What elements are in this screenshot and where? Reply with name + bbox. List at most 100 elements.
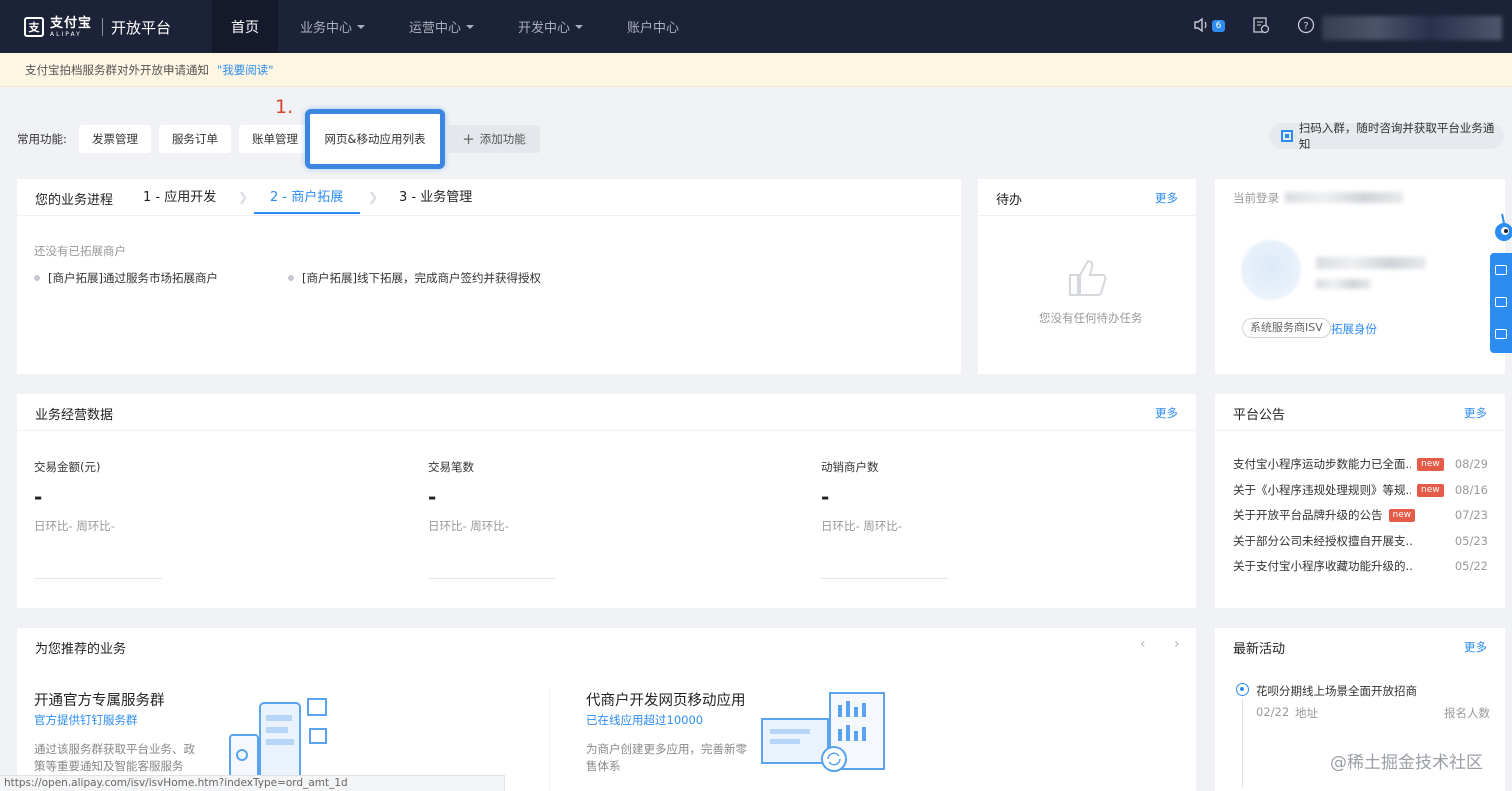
announcement-date: 08/29: [1454, 457, 1488, 471]
feedback-icon[interactable]: [1495, 265, 1507, 275]
side-float-toolbar[interactable]: [1490, 253, 1512, 353]
logo-cn: 支付宝: [50, 15, 93, 31]
nav-label: 账户中心: [627, 21, 680, 36]
shortcut-app-list-button[interactable]: 网页&移动应用列表: [305, 109, 445, 169]
robot-mascot-icon[interactable]: [1488, 210, 1512, 250]
rec-item-desc: 为商户创建更多应用，完善新零售体系: [586, 742, 747, 773]
qr-join-group-chip[interactable]: 扫码入群，随时咨询并获取平台业务通知: [1269, 121, 1504, 151]
metric-value: -: [34, 485, 43, 509]
rec-item-subtitle: 官方提供钉钉服务群: [34, 713, 138, 727]
tab-merchant-expand[interactable]: 2 - 商户拓展: [270, 186, 343, 205]
edit-icon[interactable]: [1495, 329, 1507, 339]
nav-operations-center[interactable]: 运营中心: [409, 0, 475, 53]
login-label: 当前登录: [1233, 191, 1279, 205]
announcement-more-link[interactable]: 更多: [1464, 405, 1487, 421]
progress-title: 您的业务进程: [35, 193, 114, 208]
metric-sparkline: [428, 578, 556, 579]
card-header: 平台公告 更多: [1215, 394, 1505, 431]
divider: [549, 690, 550, 790]
new-badge: new: [1417, 457, 1444, 471]
bullet-text: [商户拓展]线下拓展，完成商户签约并获得授权: [302, 271, 541, 285]
alipay-logo[interactable]: 支 支付宝 ALIPAY 开放平台: [24, 14, 171, 40]
shortcut-invoice-button[interactable]: 发票管理: [79, 125, 151, 153]
account-name-blurred: [1316, 257, 1426, 269]
metric-compare: 日环比- 周环比-: [821, 519, 902, 533]
activity-date: 02/22: [1256, 705, 1290, 719]
watermark: @稀土掘金技术社区: [1330, 753, 1483, 773]
progress-bullet[interactable]: [商户拓展]通过服务市场拓展商户: [34, 270, 218, 286]
carousel-arrows[interactable]: ‹ ›: [1140, 636, 1192, 652]
activity-item-title[interactable]: 花呗分期线上场景全面开放招商: [1256, 683, 1417, 699]
card-header: 业务经营数据 更多: [17, 394, 1196, 431]
help-icon[interactable]: ?: [1297, 16, 1315, 39]
announcement-item[interactable]: 支付宝小程序运动步数能力已全面... new 08/29: [1233, 456, 1488, 472]
shortcut-bill-button[interactable]: 账单管理: [239, 125, 311, 153]
rec-item-desc: 通过该服务群获取平台业务、政策等重要通知及智能客服服务: [34, 742, 195, 773]
notification-badge: 6: [1212, 20, 1225, 32]
nav-dev-center[interactable]: 开发中心: [518, 0, 584, 53]
user-info-blurred[interactable]: [1322, 16, 1502, 40]
announcement-item[interactable]: 关于《小程序违规处理规则》等规... new 08/16: [1233, 482, 1488, 498]
metric-label: 动销商户数: [821, 460, 879, 474]
todo-more-link[interactable]: 更多: [1155, 190, 1178, 206]
status-url-bar: https://open.alipay.com/isv/isvHome.htm?…: [0, 775, 505, 791]
announcement-card: 平台公告 更多: [1215, 394, 1505, 608]
chevron-down-icon: [575, 24, 584, 29]
step-marker: 1.: [275, 96, 294, 118]
qr-chip-text: 扫码入群，随时咨询并获取平台业务通知: [1298, 121, 1495, 151]
announcement-date: 08/16: [1454, 483, 1488, 497]
announcement-item[interactable]: 关于支付宝小程序收藏功能升级的... 05/22: [1233, 558, 1488, 574]
announcement-date: 05/22: [1454, 559, 1488, 573]
chevron-right-icon: ❯: [238, 190, 249, 204]
card-header: 为您推荐的业务: [17, 628, 1196, 665]
new-badge: new: [1417, 483, 1444, 497]
add-shortcut-button[interactable]: + 添加功能: [448, 125, 540, 153]
rec-item-title[interactable]: 代商户开发网页移动应用: [586, 689, 746, 710]
biz-data-more-link[interactable]: 更多: [1155, 405, 1178, 421]
metric-sparkline: [34, 578, 162, 579]
activity-more-link[interactable]: 更多: [1464, 639, 1487, 655]
new-badge: new: [1388, 508, 1416, 522]
speaker-icon[interactable]: [1193, 16, 1211, 39]
announcement-item[interactable]: 关于部分公司未经授权擅自开展支... 05/23: [1233, 533, 1488, 549]
bullet-text: [商户拓展]通过服务市场拓展商户: [48, 271, 218, 285]
activity-signup-count: 报名人数: [1444, 706, 1490, 720]
logo-divider: [102, 18, 104, 36]
question-icon[interactable]: [1495, 297, 1507, 307]
announcement-text: 支付宝小程序运动步数能力已全面...: [1233, 457, 1411, 471]
announcement-item[interactable]: 关于开放平台品牌升级的公告 new 07/23: [1233, 507, 1488, 523]
nav-account-center[interactable]: 账户中心: [627, 0, 679, 53]
notice-text: 支付宝拍档服务群对外开放申请通知: [25, 62, 209, 77]
metric-compare: 日环比- 周环比-: [428, 519, 509, 533]
progress-bullet[interactable]: [商户拓展]线下拓展，完成商户签约并获得授权: [288, 270, 541, 286]
add-shortcut-label: 添加功能: [479, 132, 526, 146]
top-nav: 支 支付宝 ALIPAY 开放平台 首页 业务中心 运营中心 开发中心 账户中心…: [0, 0, 1512, 53]
expand-identity-link[interactable]: 拓展身份: [1331, 321, 1377, 337]
calendar-icon[interactable]: [1252, 16, 1270, 39]
chevron-right-icon: ❯: [368, 190, 379, 204]
chevron-down-icon: [466, 24, 475, 29]
nav-home[interactable]: 首页: [212, 0, 278, 53]
role-tag: 系统服务商ISV: [1242, 318, 1331, 338]
rec-item-title[interactable]: 开通官方专属服务群: [34, 689, 165, 710]
metric-value: -: [821, 485, 830, 509]
todo-title: 待办: [996, 193, 1023, 208]
announcement-text: 关于开放平台品牌升级的公告: [1233, 508, 1383, 522]
tab-app-dev[interactable]: 1 - 应用开发: [143, 186, 216, 205]
alipay-logo-icon: 支: [24, 17, 44, 37]
tab-biz-manage[interactable]: 3 - 业务管理: [399, 186, 472, 205]
metric-sparkline: [821, 578, 949, 579]
announcement-text: 关于支付宝小程序收藏功能升级的...: [1233, 559, 1413, 573]
biz-data-card: 业务经营数据 更多: [17, 394, 1196, 608]
active-tab-indicator: [254, 212, 360, 214]
qr-code-icon: [1281, 130, 1293, 142]
card-header: 最新活动 更多: [1215, 628, 1505, 665]
nav-business-center[interactable]: 业务中心: [300, 0, 366, 53]
todo-empty-text: 您没有任何待办任务: [1039, 311, 1143, 325]
metric-label: 交易金额(元): [34, 460, 101, 474]
notice-read-link[interactable]: "我要阅读": [217, 62, 274, 78]
avatar[interactable]: [1241, 240, 1301, 300]
shortcut-service-order-button[interactable]: 服务订单: [159, 125, 231, 153]
bullet-dot-icon: [34, 275, 40, 281]
metric-compare: 日环比- 周环比-: [34, 519, 115, 533]
